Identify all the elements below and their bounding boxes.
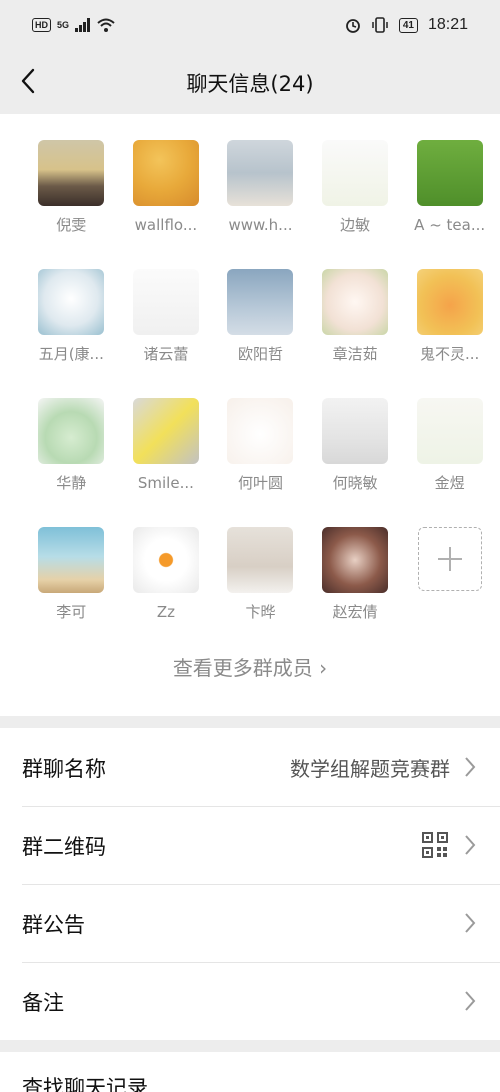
- avatar: [322, 140, 389, 206]
- member-grid: 倪雯 wallflo... www.h... 边敏 A ~ tea... 五月(康... 诸…: [24, 140, 485, 622]
- clock-time: 18:21: [427, 16, 468, 33]
- member-item[interactable]: 金煜: [402, 398, 497, 493]
- chevron-right-icon: [465, 835, 476, 855]
- member-item[interactable]: 赵宏倩: [308, 527, 403, 622]
- member-name: 章洁茹: [332, 345, 378, 363]
- qr-code-icon: [422, 832, 448, 858]
- avatar: [227, 140, 294, 206]
- add-tile[interactable]: [417, 527, 482, 591]
- avatar: [227, 398, 294, 464]
- hd-badge: HD: [32, 18, 51, 32]
- view-more-members-link[interactable]: 查看更多群成员 ›: [0, 652, 500, 681]
- row-label: 群公告: [22, 913, 85, 937]
- row-label: 群二维码: [22, 835, 106, 859]
- vibrate-icon: [372, 17, 388, 33]
- member-item[interactable]: 章洁茹: [308, 269, 403, 364]
- avatar: [416, 269, 483, 335]
- remark-row[interactable]: 备注: [0, 962, 500, 1040]
- group-name-row[interactable]: 群聊名称 数学组解题竞赛群: [0, 728, 500, 806]
- member-item[interactable]: www.h...: [213, 140, 308, 235]
- member-item[interactable]: 何晓敏: [308, 398, 403, 493]
- member-name: www.h...: [228, 216, 293, 234]
- avatar: [322, 398, 389, 464]
- member-name: 诸云蕾: [143, 345, 189, 363]
- member-name: Smile...: [137, 474, 194, 492]
- member-name: 李可: [56, 603, 87, 621]
- battery-level: 41: [398, 17, 418, 33]
- avatar: [132, 140, 199, 206]
- member-item[interactable]: Smile...: [119, 398, 214, 493]
- member-name: 卞晔: [245, 603, 276, 621]
- member-item[interactable]: 何叶圆: [213, 398, 308, 493]
- chevron-right-icon: [465, 757, 476, 777]
- row-label: 备注: [22, 991, 64, 1015]
- search-history-row[interactable]: 查找聊天记录: [0, 1052, 500, 1092]
- member-item[interactable]: 五月(康...: [24, 269, 119, 364]
- member-name: A ~ tea...: [414, 216, 486, 234]
- avatar: [227, 527, 294, 593]
- member-item[interactable]: A ~ tea...: [402, 140, 497, 235]
- status-bar: HD 5G 41 18:21: [0, 0, 500, 56]
- wifi-icon: [97, 18, 115, 32]
- member-name: 边敏: [340, 216, 371, 234]
- add-member-button[interactable]: [402, 527, 497, 622]
- chevron-right-icon: [465, 991, 476, 1011]
- avatar: [416, 140, 483, 206]
- avatar: [38, 140, 105, 206]
- avatar: [227, 269, 294, 335]
- nav-bar: 聊天信息(24): [0, 56, 500, 114]
- member-name: 倪雯: [56, 216, 87, 234]
- member-name: Zz: [156, 603, 175, 621]
- page-title: 聊天信息(24): [186, 72, 314, 96]
- member-item[interactable]: wallflo...: [119, 140, 214, 235]
- group-notice-row[interactable]: 群公告: [0, 884, 500, 962]
- member-item[interactable]: 倪雯: [24, 140, 119, 235]
- member-name: 欧阳哲: [237, 345, 283, 363]
- avatar: [322, 527, 389, 593]
- member-item[interactable]: 诸云蕾: [119, 269, 214, 364]
- avatar: [416, 398, 483, 464]
- member-name: 五月(康...: [38, 345, 104, 363]
- network-label: 5G: [57, 20, 70, 30]
- row-label: 查找聊天记录: [22, 1076, 148, 1092]
- avatar: [132, 527, 199, 593]
- group-name-value: 数学组解题竞赛群: [290, 757, 450, 781]
- member-item[interactable]: 边敏: [308, 140, 403, 235]
- plus-icon: [437, 547, 462, 571]
- member-name: 何晓敏: [332, 474, 378, 492]
- member-name: 华静: [56, 474, 87, 492]
- member-item[interactable]: 鬼不灵...: [402, 269, 497, 364]
- member-name: 赵宏倩: [332, 603, 378, 621]
- avatar: [322, 269, 389, 335]
- avatar: [132, 398, 199, 464]
- avatar: [132, 269, 199, 335]
- member-panel: 倪雯 wallflo... www.h... 边敏 A ~ tea... 五月(康... 诸…: [0, 114, 500, 716]
- signal-icon: [75, 18, 91, 32]
- member-name: 鬼不灵...: [420, 345, 480, 363]
- alarm-icon: [345, 19, 360, 33]
- group-qr-code-row[interactable]: 群二维码: [0, 806, 500, 884]
- member-item[interactable]: 李可: [24, 527, 119, 622]
- avatar: [38, 398, 105, 464]
- member-item[interactable]: Zz: [119, 527, 214, 622]
- avatar: [38, 269, 105, 335]
- member-name: wallflo...: [134, 216, 198, 234]
- member-item[interactable]: 卞晔: [213, 527, 308, 622]
- settings-list: 群聊名称 数学组解题竞赛群 群二维码 群公告 备注: [0, 728, 500, 1040]
- avatar: [38, 527, 105, 593]
- member-item[interactable]: 华静: [24, 398, 119, 493]
- row-label: 群聊名称: [22, 757, 106, 781]
- member-name: 何叶圆: [237, 474, 283, 492]
- member-name: 金煜: [434, 474, 465, 492]
- member-item[interactable]: 欧阳哲: [213, 269, 308, 364]
- chevron-right-icon: [465, 913, 476, 933]
